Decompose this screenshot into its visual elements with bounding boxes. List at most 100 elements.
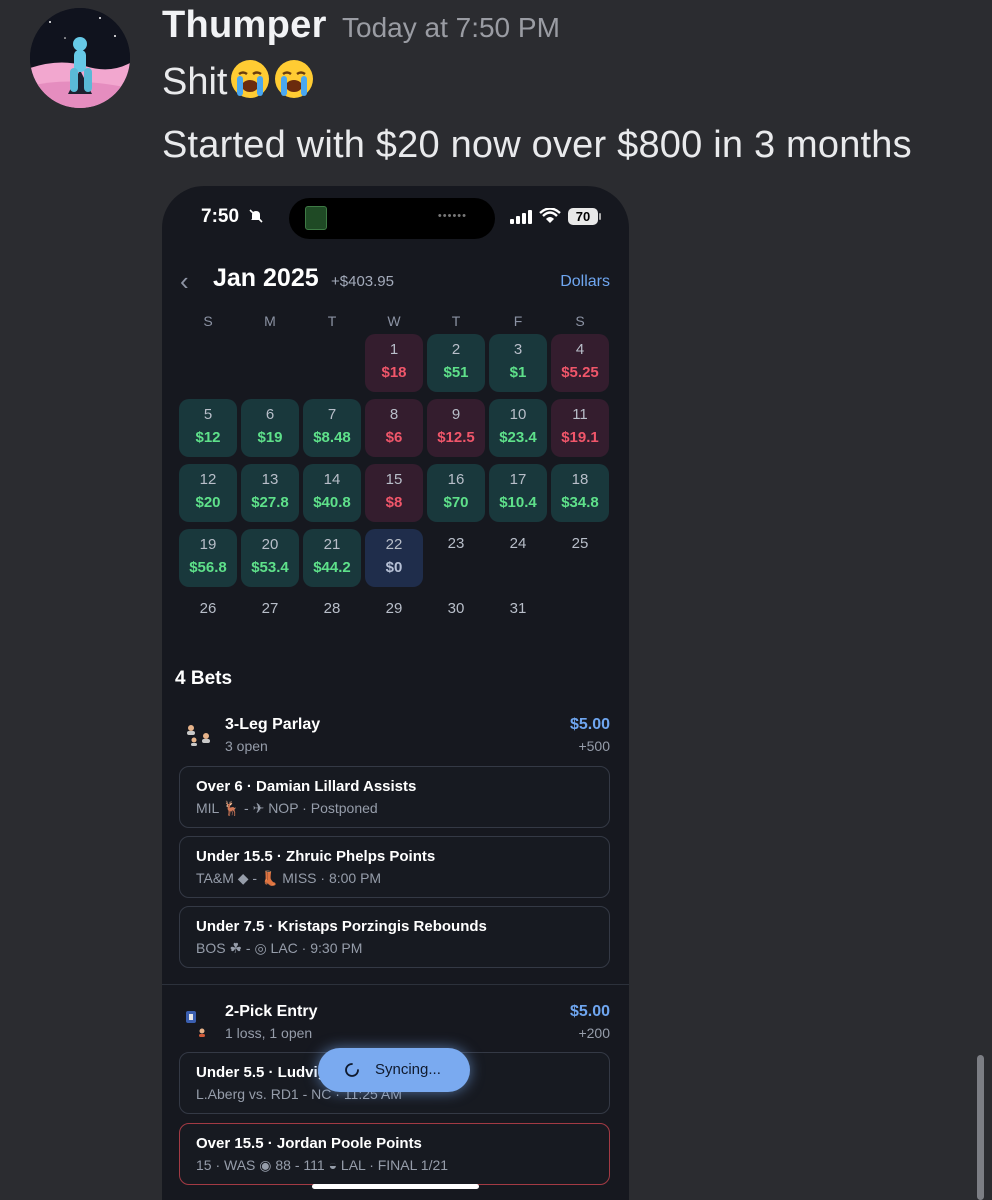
chat-scrollbar[interactable] <box>977 1055 984 1200</box>
calendar-day[interactable]: 12 $20 <box>179 464 237 522</box>
calendar-day[interactable]: 18 $34.8 <box>551 464 609 522</box>
day-profit: $70 <box>443 494 469 511</box>
calendar-day[interactable]: 6 $19 <box>241 399 299 457</box>
bet-leg[interactable]: Under 15.5 · Zhruic Phelps Points TA&M ◆… <box>179 836 610 898</box>
golf-tour-icon <box>184 1009 214 1044</box>
calendar-day[interactable]: 7 $8.48 <box>303 399 361 457</box>
cellular-signal-icon <box>510 210 534 229</box>
weekday-label: F <box>513 313 523 329</box>
leg-matchup: 15 · WAS ◉ 88 - 111 ◒ LAL · FINAL 1/21 <box>196 1157 449 1173</box>
calendar-day[interactable]: 20 $53.4 <box>241 529 299 587</box>
calendar-day[interactable]: 8 $6 <box>365 399 423 457</box>
syncing-label: Syncing... <box>375 1061 441 1078</box>
calendar-day[interactable]: 31 <box>489 594 547 652</box>
calendar-day[interactable]: 2 $51 <box>427 334 485 392</box>
bet-title: 3-Leg Parlay <box>225 716 321 733</box>
leg-matchup: MIL 🦌 - ✈ NOP · Postponed <box>196 800 378 816</box>
bet-status: 3 open <box>225 738 268 754</box>
calendar-day[interactable]: 4 $5.25 <box>551 334 609 392</box>
day-number: 15 <box>385 471 403 488</box>
attached-screenshot[interactable]: 7:50 •••••• 70 ‹ Jan 2025 +$403.95 Dolla… <box>162 186 629 1200</box>
bet-leg-lost[interactable]: Over 15.5 · Jordan Poole Points 15 · WAS… <box>179 1123 610 1185</box>
day-profit: $51 <box>443 364 469 381</box>
day-number: 24 <box>509 535 527 552</box>
bet-header-entry[interactable]: 2-Pick Entry 1 loss, 1 open $5.00 +200 <box>162 1003 629 1047</box>
bet-leg[interactable]: Under 7.5 · Kristaps Porzingis Rebounds … <box>179 906 610 968</box>
calendar-day[interactable]: 22 $0 <box>365 529 423 587</box>
calendar-day[interactable]: 5 $12 <box>179 399 237 457</box>
month-profit-total: +$403.95 <box>331 273 394 290</box>
day-profit: $8.48 <box>313 429 351 446</box>
day-number: 3 <box>513 341 523 358</box>
bet-header-parlay[interactable]: 3-Leg Parlay 3 open $5.00 +500 <box>162 716 629 760</box>
day-number: 20 <box>261 536 279 553</box>
message-timestamp: Today at 7:50 PM <box>342 12 560 43</box>
author-avatar[interactable] <box>30 8 130 108</box>
day-profit: $20 <box>195 494 221 511</box>
day-profit: $44.2 <box>313 559 351 576</box>
calendar-day[interactable]: 30 <box>427 594 485 652</box>
home-indicator[interactable] <box>312 1184 479 1189</box>
day-profit: $27.8 <box>251 494 289 511</box>
calendar-day[interactable]: 16 $70 <box>427 464 485 522</box>
day-number: 8 <box>389 406 399 423</box>
day-number: 6 <box>265 406 275 423</box>
day-number: 25 <box>571 535 589 552</box>
calendar-day[interactable]: 9 $12.5 <box>427 399 485 457</box>
calendar-day[interactable]: 17 $10.4 <box>489 464 547 522</box>
day-profit: $53.4 <box>251 559 289 576</box>
message-author[interactable]: Thumper <box>162 4 327 47</box>
day-profit: $56.8 <box>189 559 227 576</box>
day-number: 11 <box>572 406 588 423</box>
crying-emoji-icon <box>273 58 315 100</box>
battery-tip <box>599 213 601 220</box>
calendar-day[interactable]: 26 <box>179 594 237 652</box>
bet-title: 2-Pick Entry <box>225 1003 318 1020</box>
day-profit: $18 <box>381 364 407 381</box>
calendar-day[interactable]: 14 $40.8 <box>303 464 361 522</box>
day-number: 28 <box>323 600 341 617</box>
calendar-day[interactable]: 23 <box>427 529 485 587</box>
leg-title: Under 5.5 · Ludvig <box>196 1064 327 1081</box>
weekday-label: W <box>387 313 401 329</box>
day-profit: $10.4 <box>499 494 537 511</box>
muted-bell-icon <box>248 208 264 229</box>
day-number: 18 <box>571 471 589 488</box>
bet-odds: +200 <box>578 1025 610 1041</box>
day-number: 7 <box>327 406 337 423</box>
syncing-toast: Syncing... <box>318 1048 470 1092</box>
bet-divider <box>162 984 629 985</box>
day-number: 13 <box>261 471 279 488</box>
calendar-day[interactable]: 1 $18 <box>365 334 423 392</box>
bet-leg[interactable]: Over 6 · Damian Lillard Assists MIL 🦌 - … <box>179 766 610 828</box>
calendar-day[interactable]: 21 $44.2 <box>303 529 361 587</box>
calendar-day[interactable]: 19 $56.8 <box>179 529 237 587</box>
day-number: 5 <box>203 406 213 423</box>
day-number: 31 <box>509 600 527 617</box>
calendar-day[interactable]: 29 <box>365 594 423 652</box>
calendar-day[interactable]: 27 <box>241 594 299 652</box>
day-number: 10 <box>509 406 527 423</box>
dynamic-island: •••••• <box>289 198 495 239</box>
leg-title: Over 15.5 · Jordan Poole Points <box>196 1135 422 1152</box>
calendar-day[interactable]: 25 <box>551 529 609 587</box>
battery-level: 70 <box>568 208 598 225</box>
previous-month-chevron-icon[interactable]: ‹ <box>180 266 189 297</box>
calendar-day[interactable]: 3 $1 <box>489 334 547 392</box>
day-number: 22 <box>385 536 403 553</box>
message-line-1: Shit <box>162 58 315 104</box>
calendar-day[interactable]: 10 $23.4 <box>489 399 547 457</box>
day-number: 14 <box>323 471 341 488</box>
day-number: 9 <box>451 406 461 423</box>
bet-stake: $5.00 <box>569 716 610 733</box>
weekday-label: T <box>327 313 337 329</box>
calendar-day[interactable]: 11 $19.1 <box>551 399 609 457</box>
day-number: 4 <box>575 341 585 358</box>
calendar-day[interactable]: 15 $8 <box>365 464 423 522</box>
units-toggle[interactable]: Dollars <box>560 273 610 291</box>
calendar-day[interactable]: 28 <box>303 594 361 652</box>
calendar-day[interactable]: 24 <box>489 529 547 587</box>
day-number: 29 <box>385 600 403 617</box>
day-number: 12 <box>199 471 217 488</box>
calendar-day[interactable]: 13 $27.8 <box>241 464 299 522</box>
